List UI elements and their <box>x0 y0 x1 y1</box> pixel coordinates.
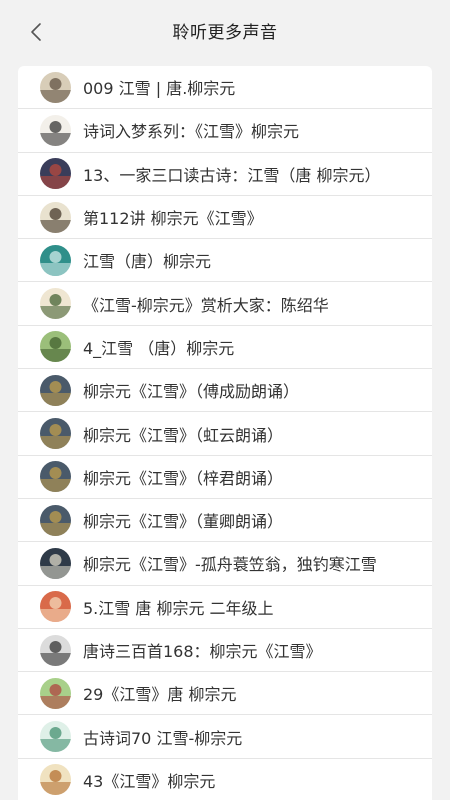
list-item-title: 柳宗元《江雪》（梓君朗诵） <box>83 468 284 488</box>
list-item-title: 唐诗三百首168：柳宗元《江雪》 <box>83 642 322 661</box>
list-item-title: 5.江雪 唐 柳宗元 二年级上 <box>83 598 274 618</box>
album-cover-avatar <box>40 374 71 406</box>
list-item-title: 柳宗元《江雪》-孤舟蓑笠翁，独钓寒江雪 <box>83 555 377 575</box>
album-cover-avatar <box>40 591 71 623</box>
list-item[interactable]: 009 江雪 | 唐.柳宗元 <box>18 66 432 110</box>
list-item[interactable]: 柳宗元《江雪》（虹云朗诵） <box>18 412 432 456</box>
list-item[interactable]: 唐诗三百首168：柳宗元《江雪》 <box>18 629 432 673</box>
album-cover-avatar <box>40 677 71 709</box>
list-item[interactable]: 古诗词70 江雪-柳宗元 <box>18 715 432 759</box>
list-item-title: 29《江雪》唐 柳宗元 <box>83 685 237 705</box>
list-item-title: 第112讲 柳宗元《江雪》 <box>83 209 263 229</box>
list-item-title: 古诗词70 江雪-柳宗元 <box>83 728 243 748</box>
album-cover-avatar <box>40 721 71 753</box>
list-item-title: 江雪（唐）柳宗元 <box>83 252 212 272</box>
album-cover-avatar <box>40 634 71 666</box>
album-cover-avatar <box>40 244 71 276</box>
album-cover-avatar <box>40 461 71 493</box>
list-item-title: 柳宗元《江雪》（傅成励朗诵） <box>83 382 300 402</box>
list-item[interactable]: 柳宗元《江雪》（傅成励朗诵） <box>18 369 432 413</box>
page: 聆听更多声音 009 江雪 | 唐.柳宗元诗词入梦系列：《江雪》柳宗元 13、一家… <box>0 0 450 800</box>
list-item-title: 柳宗元《江雪》（董卿朗诵） <box>83 512 284 532</box>
album-cover-avatar <box>40 71 71 103</box>
list-item[interactable]: 29《江雪》唐 柳宗元 <box>18 672 432 716</box>
top-nav-bar: 聆听更多声音 <box>0 0 450 60</box>
list-item-title: 4_江雪 （唐）柳宗元 <box>83 338 235 358</box>
list-item[interactable]: 《江雪-柳宗元》赏析大家：陈绍华 <box>18 282 432 326</box>
list-item-title: 13、一家三口读古诗：江雪（唐 柳宗元） <box>83 165 381 185</box>
album-cover-avatar <box>40 418 71 450</box>
list-item-title: 009 江雪 | 唐.柳宗元 <box>83 79 236 99</box>
list-item[interactable]: 江雪（唐）柳宗元 <box>18 239 432 283</box>
back-button[interactable] <box>30 20 60 44</box>
album-cover-avatar <box>40 764 71 796</box>
album-cover-avatar <box>40 201 71 233</box>
list-item-title: 柳宗元《江雪》（虹云朗诵） <box>83 425 284 445</box>
list-item[interactable]: 诗词入梦系列：《江雪》柳宗元 <box>18 109 432 153</box>
list-item[interactable]: 13、一家三口读古诗：江雪（唐 柳宗元） <box>18 153 432 196</box>
album-cover-avatar <box>40 158 71 190</box>
album-cover-avatar <box>40 114 71 146</box>
album-cover-avatar <box>40 504 71 536</box>
list-item[interactable]: 43《江雪》柳宗元 <box>18 759 432 800</box>
album-cover-avatar <box>40 331 71 363</box>
list-item[interactable]: 柳宗元《江雪》（董卿朗诵） <box>18 499 432 543</box>
album-cover-avatar <box>40 547 71 579</box>
list-item[interactable]: 柳宗元《江雪》（梓君朗诵） <box>18 456 432 499</box>
list-item-title: 《江雪-柳宗元》赏析大家：陈绍华 <box>83 295 329 315</box>
list-item-title: 43《江雪》柳宗元 <box>83 771 216 791</box>
list-item[interactable]: 柳宗元《江雪》-孤舟蓑笠翁，独钓寒江雪 <box>18 542 432 586</box>
audio-list: 009 江雪 | 唐.柳宗元诗词入梦系列：《江雪》柳宗元 13、一家三口读古诗：江… <box>18 66 432 800</box>
list-item[interactable]: 5.江雪 唐 柳宗元 二年级上 <box>18 586 432 629</box>
list-item[interactable]: 4_江雪 （唐）柳宗元 <box>18 326 432 370</box>
list-item[interactable]: 第112讲 柳宗元《江雪》 <box>18 196 432 240</box>
page-title: 聆听更多声音 <box>172 22 278 43</box>
chevron-left-icon <box>31 23 41 41</box>
album-cover-avatar <box>40 288 71 320</box>
list-item-title: 诗词入梦系列：《江雪》柳宗元 <box>83 122 300 142</box>
